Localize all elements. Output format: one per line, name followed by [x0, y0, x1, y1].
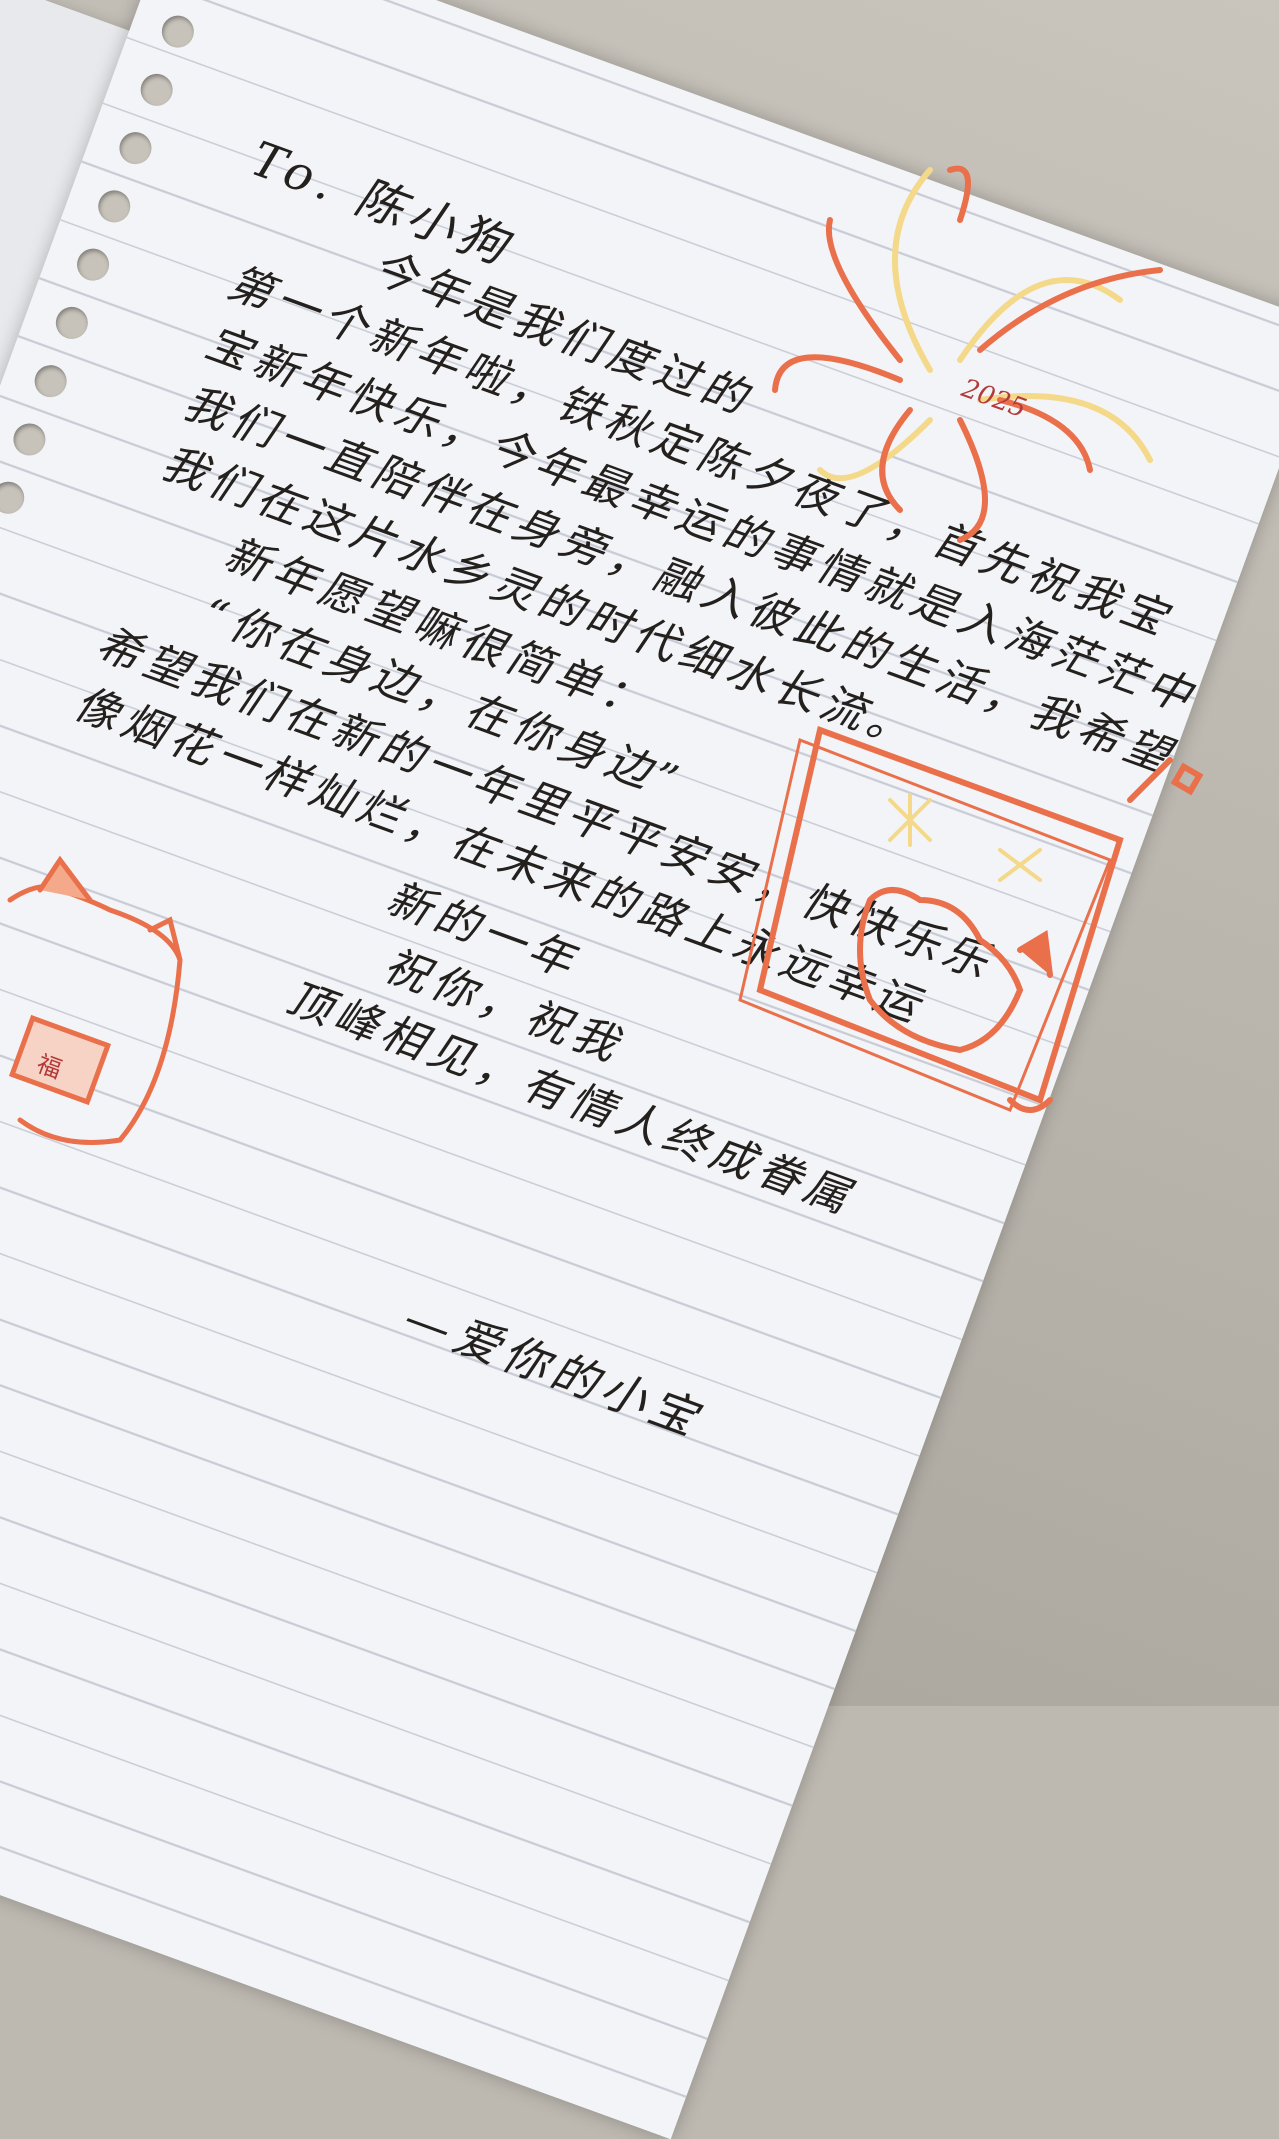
binder-hole: [0, 477, 29, 519]
